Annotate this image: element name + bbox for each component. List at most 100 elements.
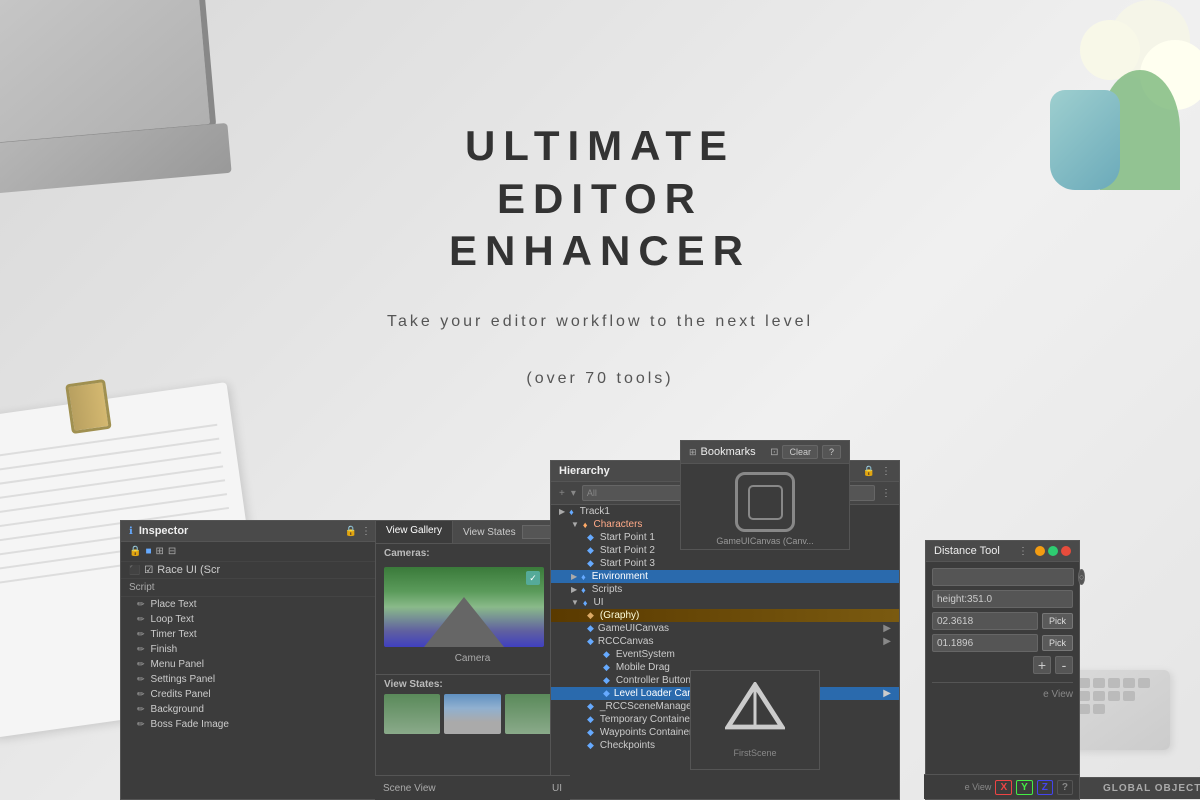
- canvas-label: GameUICanvas (Canv...: [716, 536, 813, 546]
- pen-icon-7: ✏: [137, 689, 145, 700]
- chars-icon: ♦: [583, 520, 588, 530]
- hierarchy-lock-icon[interactable]: 🔒: [863, 466, 875, 477]
- view-gallery-search[interactable]: [522, 525, 552, 539]
- inspector-panel: ℹ Inspector 🔒 ⋮ 🔒 ■ ⊞ ⊟ ⬛ ☑ Race UI (Scr…: [120, 520, 380, 800]
- hero-subtitle1: Take your editor workflow to the next le…: [387, 308, 813, 335]
- inspector-lock-icon[interactable]: 🔒: [345, 526, 357, 537]
- title-line1: ULTIMATE: [387, 120, 813, 173]
- component-checkbox[interactable]: ☑: [144, 565, 153, 576]
- rcccanvas-icon: ◆: [587, 636, 594, 647]
- script-item-menu-panel: ✏ Menu Panel: [121, 657, 379, 672]
- z-axis-button[interactable]: Z: [1037, 780, 1053, 795]
- clear-button[interactable]: Clear: [782, 445, 818, 459]
- maximize-button[interactable]: [1048, 546, 1058, 556]
- inspector-header: ℹ Inspector 🔒 ⋮: [121, 521, 379, 542]
- scripts-label: Scripts: [592, 584, 623, 595]
- distance-tool-header: Distance Tool ⋮: [926, 541, 1079, 562]
- es-label: EventSystem: [616, 649, 675, 660]
- plus-button[interactable]: +: [1033, 656, 1051, 674]
- script-item-place-text: ✏ Place Text: [121, 597, 379, 612]
- first-scene-label: FirstScene: [733, 748, 776, 758]
- expand-icon-ui: ▼: [571, 598, 579, 607]
- ll-arrow: ▶: [883, 688, 891, 699]
- ui-folder-label: UI: [594, 597, 604, 608]
- expand-icon-scripts: ▶: [571, 585, 577, 594]
- tab-view-states[interactable]: View States: [453, 521, 563, 543]
- hierarchy-item-eventsystem[interactable]: ◆ EventSystem: [551, 648, 899, 661]
- scene-view-bar: Scene View UI: [375, 775, 570, 800]
- tc-label: Temporary Container: [600, 714, 693, 725]
- track-icon: ♦: [569, 507, 574, 517]
- hierarchy-item-env[interactable]: ▶ ♦ Environment: [551, 570, 899, 583]
- bookmarks-panel: ⊞ Bookmarks ⊡ Clear ? GameUICanvas (Canv…: [680, 440, 850, 550]
- hierarchy-options-icon[interactable]: ⋮: [881, 488, 891, 499]
- hierarchy-item-gameuicanvas[interactable]: ◆ GameUICanvas ▶: [551, 622, 899, 635]
- hierarchy-item-rcccanvas[interactable]: ◆ RCCCanvas ▶: [551, 635, 899, 648]
- view-gallery-panel: View Gallery View States Cameras: ✓ Came…: [375, 520, 570, 800]
- inspector-title: Inspector: [139, 525, 189, 537]
- pick-button-2[interactable]: Pick: [1042, 635, 1073, 651]
- distance-input-field[interactable]: [932, 568, 1074, 586]
- tc-icon: ◆: [587, 714, 594, 725]
- hierarchy-menu-icon[interactable]: ⋮: [881, 466, 891, 477]
- pen-icon-6: ✏: [137, 674, 145, 685]
- hierarchy-item-ui[interactable]: ▼ ♦ UI: [551, 596, 899, 609]
- md-label: Mobile Drag: [616, 662, 670, 673]
- sp2-label: Start Point 2: [600, 545, 655, 556]
- cp-icon: ◆: [587, 740, 594, 751]
- es-icon: ◆: [603, 649, 610, 660]
- pen-icon-2: ✏: [137, 614, 145, 625]
- view-states-label: View States:: [384, 679, 561, 690]
- expand-icon-chars: ▼: [571, 520, 579, 529]
- minus-button[interactable]: -: [1055, 656, 1073, 674]
- title-line3: ENHANCER: [387, 225, 813, 278]
- help-button[interactable]: ?: [822, 445, 841, 459]
- xyz-bar: e View X Y Z ?: [924, 774, 1079, 799]
- gameuicanvas-arrow: ▶: [883, 623, 891, 634]
- pen-icon-8: ✏: [137, 704, 145, 715]
- xyz-text: e View: [965, 782, 992, 792]
- graphy-icon: ◆: [587, 610, 594, 621]
- distance-value1: height:351.0: [932, 590, 1073, 608]
- env-icon: ♦: [581, 572, 586, 582]
- dist-menu-icon[interactable]: ⋮: [1018, 546, 1028, 557]
- help-xyz-button[interactable]: ?: [1057, 780, 1073, 795]
- hierarchy-title: Hierarchy: [559, 465, 610, 477]
- tab-view-gallery[interactable]: View Gallery: [376, 521, 453, 543]
- bookmarks-header: ⊞ Bookmarks ⊡ Clear ?: [681, 441, 849, 464]
- component-icon: ⬛: [129, 565, 140, 576]
- inspector-color-swatch: ■: [145, 546, 151, 557]
- title-line2: EDITOR: [387, 173, 813, 226]
- inspector-menu-icon[interactable]: ⋮: [361, 526, 371, 537]
- ll-icon: ◆: [603, 688, 610, 699]
- camera-preview: ✓: [384, 567, 544, 647]
- ui-label: UI: [552, 783, 562, 794]
- wp-label: Waypoints Container: [600, 727, 692, 738]
- ui-folder-icon: ♦: [583, 598, 588, 608]
- unity-logo-svg: [725, 682, 785, 742]
- component-row: ⬛ ☑ Race UI (Scr: [121, 562, 379, 579]
- x-axis-button[interactable]: X: [995, 780, 1012, 795]
- pen-icon-3: ✏: [137, 629, 145, 640]
- minimize-button[interactable]: [1035, 546, 1045, 556]
- env-label: Environment: [592, 571, 648, 582]
- y-axis-button[interactable]: Y: [1016, 780, 1033, 795]
- expand-icon-env: ▶: [571, 572, 577, 581]
- inspector-lock-small: 🔒: [129, 546, 141, 557]
- hierarchy-item-graphy[interactable]: ◆ (Graphy): [551, 609, 899, 622]
- add-dropdown-icon[interactable]: ▾: [571, 488, 576, 499]
- distance-value3: 01.1896: [932, 634, 1038, 652]
- close-button[interactable]: [1061, 546, 1071, 556]
- md-icon: ◆: [603, 662, 610, 673]
- item-label: Track1: [580, 506, 610, 517]
- view-label: e View: [932, 682, 1073, 700]
- pick-button-1[interactable]: Pick: [1042, 613, 1073, 629]
- script-item-background: ✏ Background: [121, 702, 379, 717]
- add-icon[interactable]: +: [559, 488, 565, 499]
- view-state-thumbnails: [384, 694, 561, 734]
- script-item-finish: ✏ Finish: [121, 642, 379, 657]
- hierarchy-item-scripts[interactable]: ▶ ♦ Scripts: [551, 583, 899, 596]
- pen-icon-9: ✏: [137, 719, 145, 730]
- hierarchy-item-sp3[interactable]: ◆ Start Point 3: [551, 557, 899, 570]
- pen-icon-5: ✏: [137, 659, 145, 670]
